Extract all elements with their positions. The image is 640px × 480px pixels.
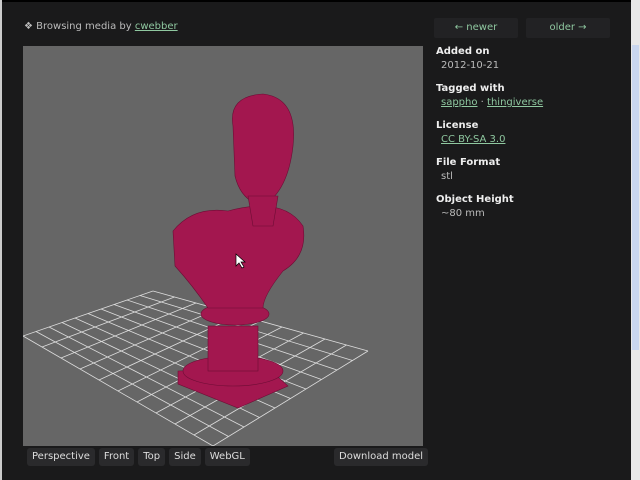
model-viewer[interactable]	[23, 46, 423, 446]
older-button[interactable]: older →	[526, 18, 610, 38]
top-button[interactable]: Top	[138, 448, 166, 466]
added-on-value: 2012-10-21	[441, 60, 500, 71]
top-border	[0, 0, 640, 2]
webgl-button[interactable]: WebGL	[204, 448, 250, 466]
tags-label: Tagged with	[436, 83, 505, 94]
perspective-button[interactable]: Perspective	[27, 448, 95, 466]
view-buttons: Perspective Front Top Side WebGL	[27, 448, 250, 466]
tag-link[interactable]: thingiverse	[487, 97, 543, 108]
license-label: License	[436, 120, 479, 131]
side-button[interactable]: Side	[169, 448, 201, 466]
media-info-sidebar: Added on 2012-10-21 Tagged with sappho ·…	[436, 46, 543, 231]
file-format-label: File Format	[436, 157, 501, 168]
tag-separator: ·	[477, 97, 488, 108]
object-height-label: Object Height	[436, 194, 514, 205]
model-render	[23, 93, 369, 446]
window-edge	[0, 0, 2, 480]
tag-link[interactable]: sappho	[441, 97, 478, 108]
newer-button[interactable]: ← newer	[434, 18, 518, 38]
license-link[interactable]: CC BY-SA 3.0	[441, 134, 505, 145]
download-model-button[interactable]: Download model	[334, 448, 429, 466]
added-on-label: Added on	[436, 46, 490, 57]
user-link[interactable]: cwebber	[135, 21, 178, 32]
browsing-prefix: ❖ Browsing media by	[24, 21, 132, 32]
scrollbar-thumb[interactable]	[632, 45, 639, 350]
browsing-header: ❖ Browsing media by cwebber	[24, 21, 178, 32]
front-button[interactable]: Front	[98, 448, 135, 466]
file-format-value: stl	[441, 171, 453, 182]
bust-model	[172, 93, 305, 409]
object-height-value: ~80 mm	[441, 208, 485, 219]
